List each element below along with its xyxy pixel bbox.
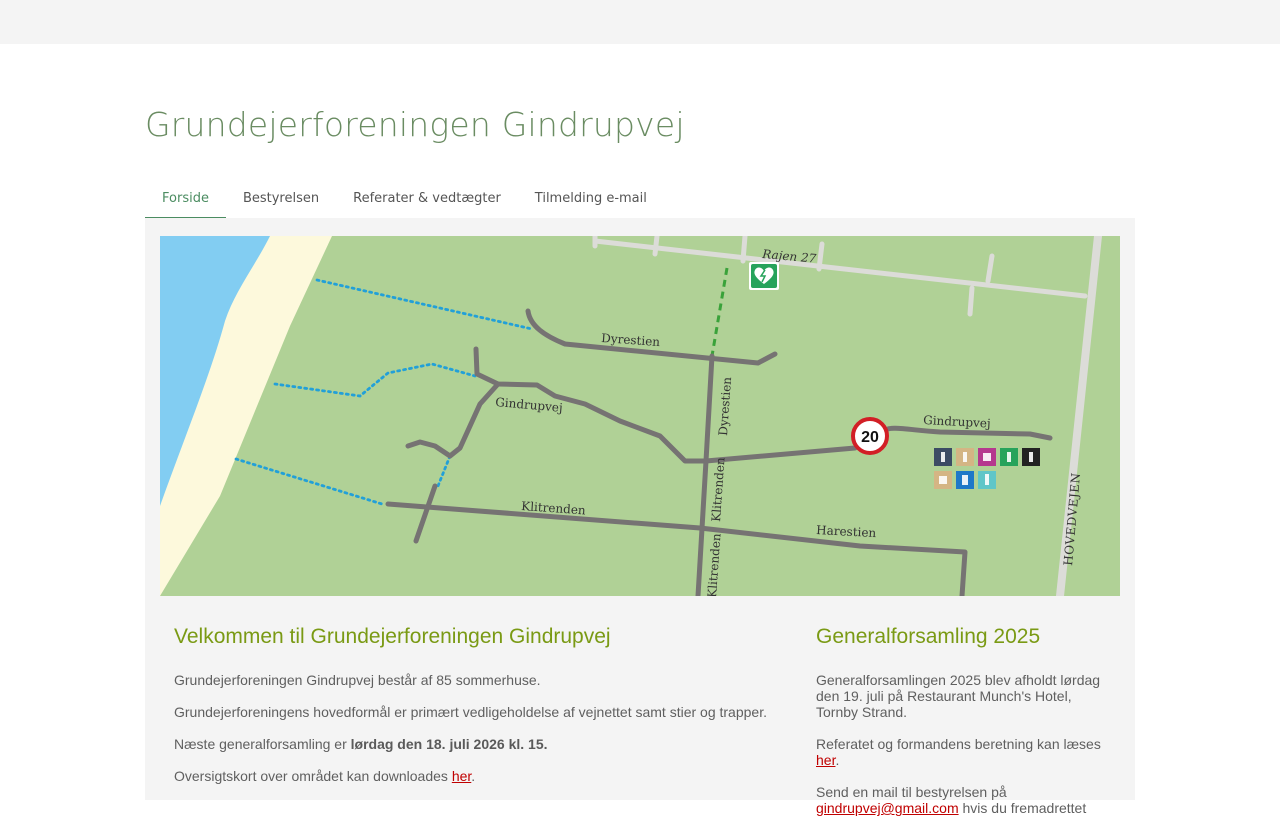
next-meeting-date: lørdag den 18. juli 2026 kl. 15. <box>350 736 548 752</box>
map-download-link[interactable]: her <box>452 768 471 784</box>
general-assembly-paragraph: Generalforsamlingen 2025 blev afholdt lø… <box>816 672 1101 720</box>
general-assembly-section: Generalforsamling 2025 Generalforsamling… <box>816 622 1111 832</box>
contact-label: Send en mail til bestyrelsen på <box>816 784 1007 800</box>
contact-paragraph: Send en mail til bestyrelsen på gindrupv… <box>816 784 1111 816</box>
nav-item-tilmelding[interactable]: Tilmelding e-mail <box>518 180 664 217</box>
map-download-suffix: . <box>471 768 476 784</box>
welcome-paragraph-next-meeting: Næste generalforsamling er lørdag den 18… <box>174 736 784 752</box>
next-meeting-label: Næste generalforsamling er <box>174 736 351 752</box>
welcome-paragraph-houses: Grundejerforeningen Gindrupvej består af… <box>174 672 541 688</box>
area-map-svg: Rajen 27 Dyrestien Dyrestien Gindrupvej … <box>160 236 1120 596</box>
top-bar <box>0 0 1280 44</box>
nav-item-forside[interactable]: Forside <box>145 180 226 219</box>
welcome-section: Velkommen til Grundejerforeningen Gindru… <box>174 622 784 800</box>
area-map: Rajen 27 Dyrestien Dyrestien Gindrupvej … <box>160 236 1120 596</box>
contact-suffix: hvis du fremadrettet <box>958 800 1087 816</box>
minutes-label: Referatet og formandens beretning kan læ… <box>816 736 1101 752</box>
nav-item-bestyrelsen[interactable]: Bestyrelsen <box>226 180 336 217</box>
map-download-label: Oversigtskort over området kan downloade… <box>174 768 452 784</box>
defibrillator-heart-icon <box>749 262 779 290</box>
welcome-heading: Velkommen til Grundejerforeningen Gindru… <box>174 625 611 648</box>
minutes-suffix: . <box>835 752 840 768</box>
welcome-paragraph-purpose: Grundejerforeningens hovedformål er prim… <box>174 704 767 720</box>
speed-limit-value: 20 <box>861 429 879 446</box>
minutes-link[interactable]: her <box>816 752 835 768</box>
general-assembly-heading: Generalforsamling 2025 <box>816 625 1041 648</box>
minutes-paragraph: Referatet og formandens beretning kan læ… <box>816 736 1111 768</box>
main-nav: Forside Bestyrelsen Referater & vedtægte… <box>145 180 664 219</box>
contact-email-link[interactable]: gindrupvej@gmail.com <box>816 800 959 816</box>
site-title: Grundejerforeningen Gindrupvej <box>145 105 685 144</box>
welcome-paragraph-map-download: Oversigtskort over området kan downloade… <box>174 768 784 784</box>
speed-limit-sign: 20 <box>851 417 889 455</box>
nav-item-referater[interactable]: Referater & vedtægter <box>336 180 518 217</box>
